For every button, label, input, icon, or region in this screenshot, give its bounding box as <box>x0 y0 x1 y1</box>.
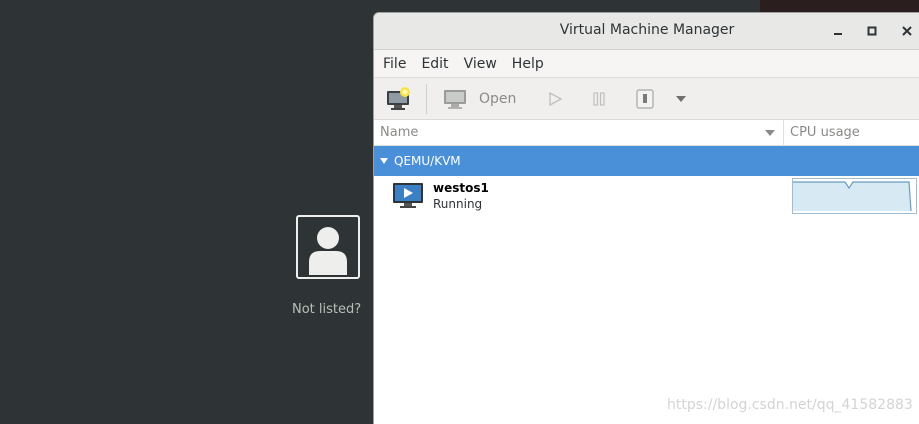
shutdown-icon <box>636 88 655 109</box>
connection-label: QEMU/KVM <box>394 154 461 168</box>
minimize-button[interactable] <box>828 21 848 41</box>
close-button[interactable] <box>897 21 917 41</box>
toolbar-separator <box>426 83 427 114</box>
vm-name: westos1 <box>433 181 489 195</box>
column-name-label: Name <box>380 125 419 140</box>
vm-row[interactable]: westos1 Running <box>374 176 919 216</box>
menubar: File Edit View Help <box>374 50 919 78</box>
shutdown-button[interactable] <box>635 88 655 109</box>
column-name[interactable]: Name <box>374 120 784 145</box>
sort-descending-icon <box>765 130 775 136</box>
minimize-icon <box>834 33 842 35</box>
vm-running-icon <box>392 182 424 214</box>
open-button[interactable]: Open <box>443 88 516 110</box>
column-header: Name CPU usage <box>374 120 919 146</box>
run-button[interactable] <box>547 91 563 107</box>
titlebar: Virtual Machine Manager <box>374 13 919 50</box>
cpu-usage-graph <box>792 178 917 214</box>
play-icon <box>549 91 563 106</box>
maximize-icon <box>867 26 877 36</box>
menu-view[interactable]: View <box>464 56 497 72</box>
column-cpu[interactable]: CPU usage <box>784 120 919 145</box>
vm-text: westos1 Running <box>433 181 489 211</box>
column-cpu-label: CPU usage <box>790 125 860 140</box>
maximize-button[interactable] <box>862 21 882 41</box>
watermark-text: https://blog.csdn.net/qq_41582883 <box>667 397 913 413</box>
chevron-down-icon <box>676 95 687 102</box>
shutdown-menu-dropdown[interactable] <box>675 94 687 104</box>
user-avatar-button[interactable] <box>296 215 360 279</box>
not-listed-link[interactable]: Not listed? <box>292 302 361 317</box>
menu-help[interactable]: Help <box>512 56 544 72</box>
vm-status: Running <box>433 197 483 211</box>
pause-button[interactable] <box>591 91 607 107</box>
open-label: Open <box>479 90 517 107</box>
menu-edit[interactable]: Edit <box>421 56 448 72</box>
new-vm-button[interactable] <box>386 86 412 111</box>
monitor-icon <box>444 89 466 109</box>
toolbar: Open <box>374 78 919 120</box>
vmm-window: Virtual Machine Manager File Edit View H… <box>373 12 919 424</box>
expander-icon[interactable] <box>380 158 388 164</box>
connection-row[interactable]: QEMU/KVM <box>374 146 919 176</box>
pause-icon <box>593 91 606 106</box>
new-vm-icon <box>387 86 410 110</box>
user-silhouette-icon <box>309 227 347 275</box>
close-icon <box>902 26 912 36</box>
menu-file[interactable]: File <box>383 56 406 72</box>
